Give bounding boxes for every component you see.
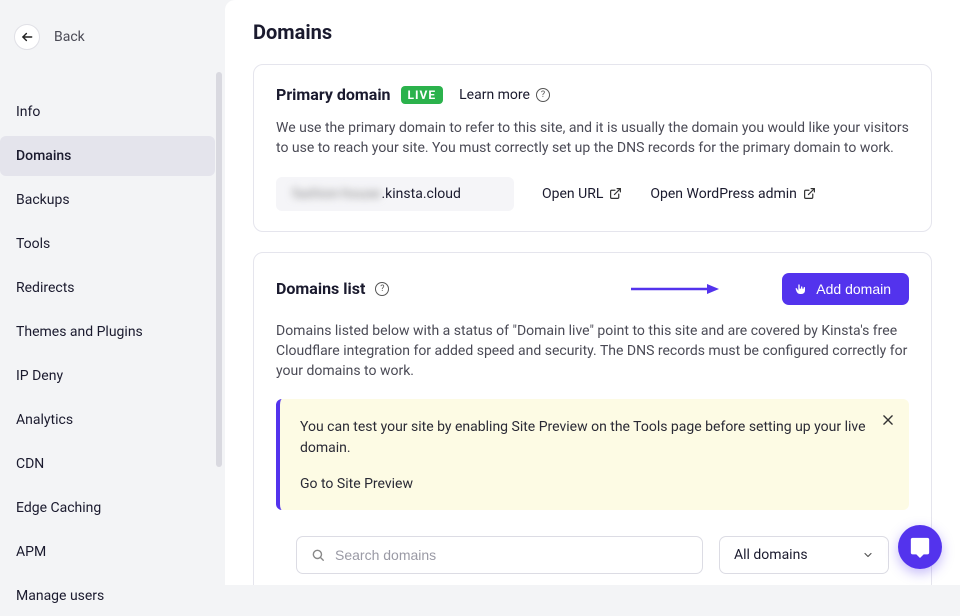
learn-more-link[interactable]: Learn more ? [459,87,550,103]
sidebar-nav: Info Domains Backups Tools Redirects The… [0,92,215,616]
primary-domain-card: Primary domain LIVE Learn more ? We use … [253,64,932,232]
sidebar-item-ip-deny[interactable]: IP Deny [0,356,215,396]
sidebar-item-manage-users[interactable]: Manage users [0,576,215,616]
chevron-down-icon [862,549,874,561]
sidebar-scrollbar[interactable] [216,72,222,467]
sidebar-item-apm[interactable]: APM [0,532,215,572]
chat-icon [909,536,931,558]
back-label: Back [54,29,85,45]
open-wordpress-link[interactable]: Open WordPress admin [650,186,816,202]
sidebar: Back Info Domains Backups Tools Redirect… [0,0,225,585]
search-domains-box[interactable] [296,536,703,574]
primary-domain-heading: Primary domain [276,85,391,104]
sidebar-item-cdn[interactable]: CDN [0,444,215,484]
sidebar-item-backups[interactable]: Backups [0,180,215,220]
sidebar-item-tools[interactable]: Tools [0,224,215,264]
open-url-label: Open URL [542,186,603,202]
page-title: Domains [253,20,932,44]
open-wordpress-label: Open WordPress admin [650,186,797,202]
primary-domain-pill: fashion-house.kinsta.cloud [276,177,514,211]
notice-text: You can test your site by enabling Site … [300,417,889,459]
filter-selected-label: All domains [734,547,808,563]
add-domain-button[interactable]: Add domain [782,273,909,305]
domains-list-heading: Domains list [276,279,365,298]
help-icon: ? [536,88,550,102]
sidebar-item-info[interactable]: Info [0,92,215,132]
search-icon [311,548,325,562]
back-button[interactable]: Back [0,18,215,68]
domains-list-description: Domains listed below with a status of "D… [276,321,909,382]
close-icon[interactable] [881,413,895,427]
main-content: Domains Primary domain LIVE Learn more ?… [225,0,960,585]
primary-domain-blurred: fashion-house [292,186,380,202]
sidebar-item-redirects[interactable]: Redirects [0,268,215,308]
sidebar-item-edge-caching[interactable]: Edge Caching [0,488,215,528]
live-badge: LIVE [401,86,444,104]
domain-filter-select[interactable]: All domains [719,536,889,574]
primary-domain-suffix: .kinsta.cloud [381,186,460,202]
help-icon[interactable]: ? [375,282,389,296]
domains-list-card: Domains list ? Add domain Domains listed… [253,252,932,585]
sidebar-item-themes-and-plugins[interactable]: Themes and Plugins [0,312,215,352]
notice-link[interactable]: Go to Site Preview [300,476,413,492]
primary-domain-description: We use the primary domain to refer to th… [276,118,909,159]
chat-support-button[interactable] [898,525,942,569]
open-url-link[interactable]: Open URL [542,186,622,202]
sidebar-item-domains[interactable]: Domains [0,136,215,176]
external-link-icon [609,187,622,200]
add-domain-label: Add domain [816,281,891,297]
learn-more-label: Learn more [459,87,530,103]
back-arrow-icon [14,24,40,50]
site-preview-notice: You can test your site by enabling Site … [276,399,909,510]
sidebar-item-analytics[interactable]: Analytics [0,400,215,440]
external-link-icon [803,187,816,200]
search-domains-input[interactable] [335,547,688,563]
cursor-hand-icon [792,281,808,297]
annotation-arrow-icon [629,281,719,297]
